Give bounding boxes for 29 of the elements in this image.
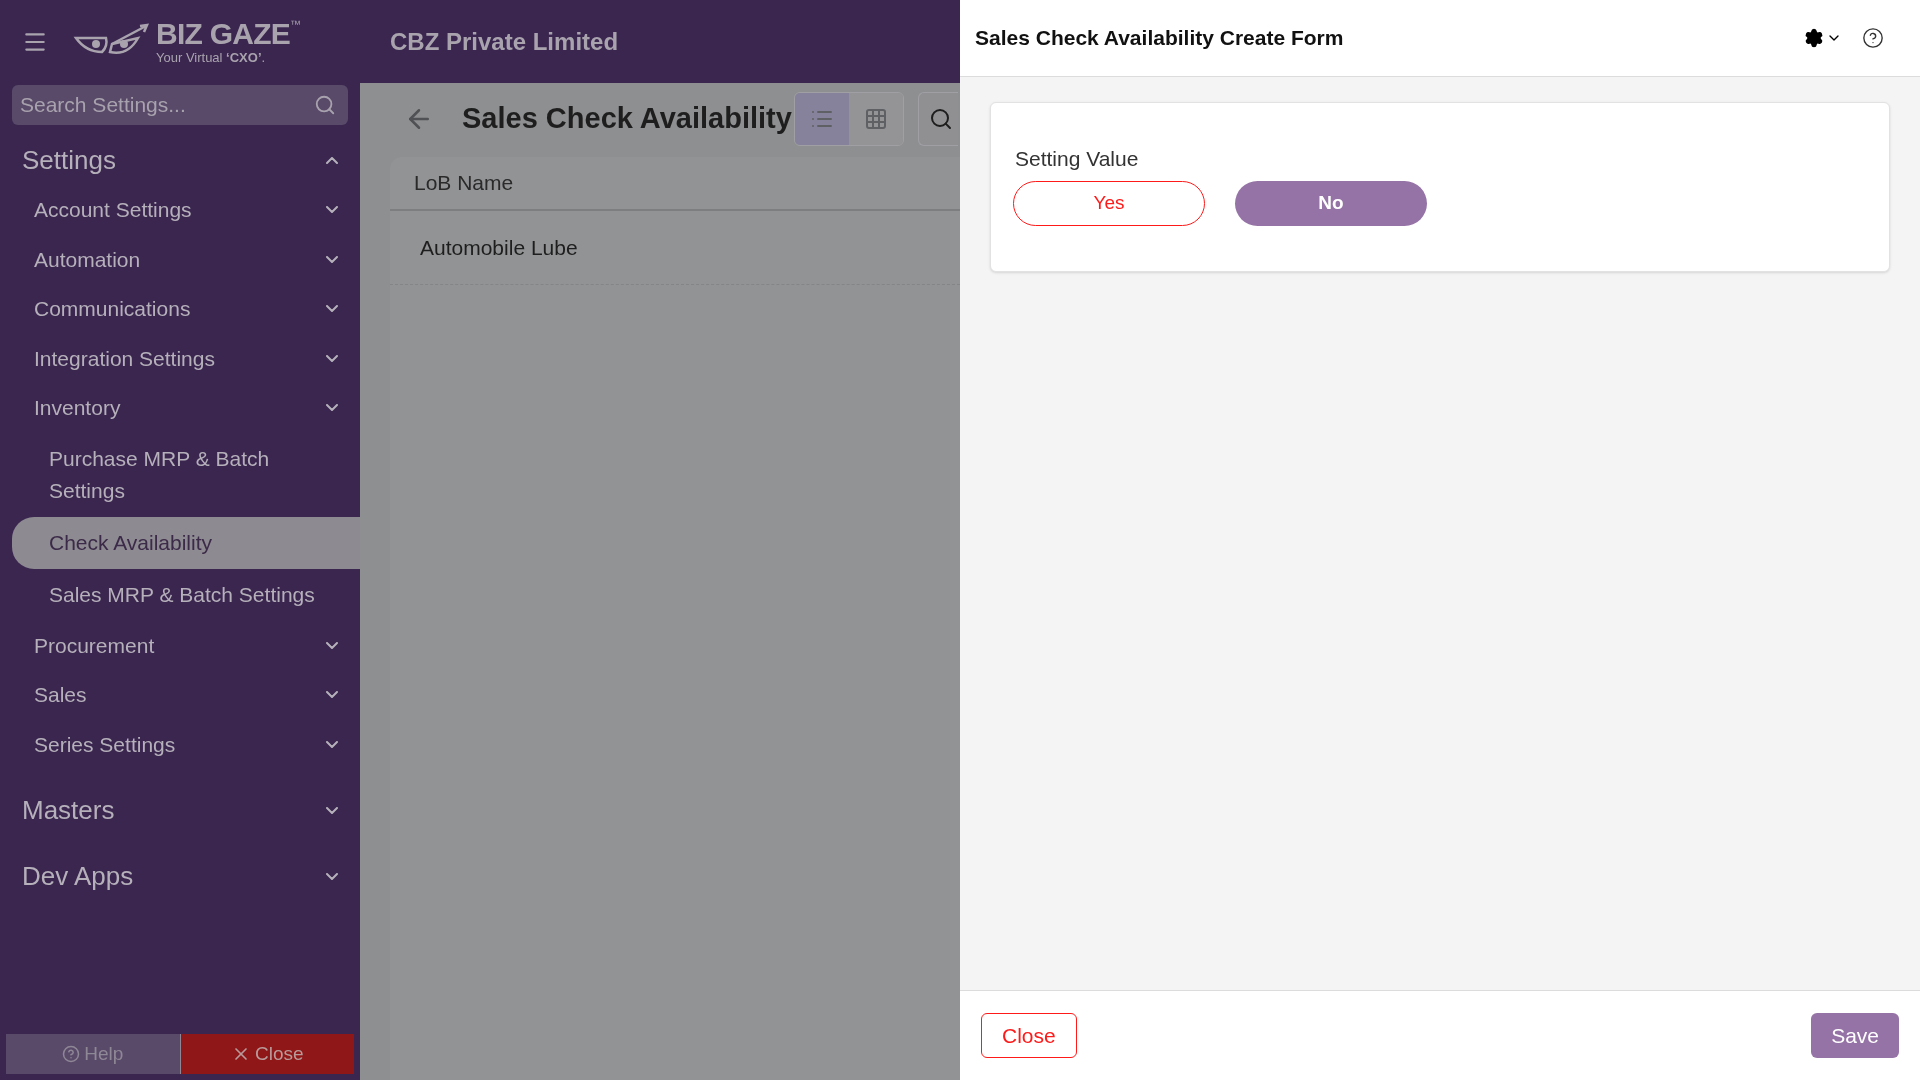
sidebar-item[interactable]: Procurement — [0, 620, 360, 670]
save-button[interactable]: Save — [1811, 1013, 1899, 1058]
search-field[interactable]: Search Settings... — [12, 85, 348, 125]
section-header[interactable]: Masters — [0, 785, 360, 835]
section-header[interactable]: Settings — [0, 135, 360, 185]
option-button[interactable]: Yes — [1013, 180, 1205, 226]
panel-title: Sales Check Availability Create Form — [975, 25, 1344, 52]
sidebar-item[interactable]: Inventory — [0, 383, 360, 433]
sidebar-subitem[interactable]: Check Availability — [12, 516, 360, 569]
sidebar-item[interactable]: Communications — [0, 284, 360, 334]
sidebar-item[interactable]: Series Settings — [0, 719, 360, 769]
section-header[interactable]: Dev Apps — [0, 851, 360, 901]
company-name: CBZ Private Limited — [390, 26, 619, 57]
logo-tagline: Your Virtual ‘CXO’. — [156, 51, 267, 64]
option-button[interactable]: No — [1235, 180, 1427, 226]
sidebar-item[interactable]: Account Settings — [0, 185, 360, 235]
close-button[interactable]: Close — [180, 1034, 354, 1074]
trademark-sign: ™ — [290, 19, 301, 30]
close-button[interactable]: Close — [981, 1013, 1077, 1058]
field-label: Setting Value — [1014, 146, 1140, 172]
table-cell-text: Automobile Lube — [420, 234, 578, 261]
page-title: Sales Check Availability — [462, 101, 792, 137]
sidebar-item[interactable]: Integration Settings — [0, 333, 360, 383]
sidebar-subitem[interactable]: Sales MRP & Batch Settings — [12, 568, 360, 621]
logo-wordmark: BIZ GAZE — [156, 19, 290, 49]
sidebar-item[interactable]: Automation — [0, 234, 360, 284]
column-header: LoB Name — [414, 170, 514, 197]
sidebar-item[interactable]: Sales — [0, 670, 360, 720]
sidebar-subitem[interactable]: Purchase MRP & Batch Settings — [12, 432, 360, 517]
